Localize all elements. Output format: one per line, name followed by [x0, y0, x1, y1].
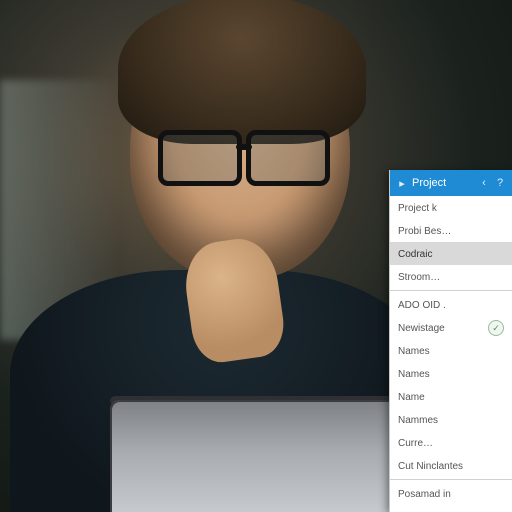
menu-item-pos[interactable]: Posamad in — [390, 482, 512, 505]
project-dropdown-panel: ▸ Project ‹ ? Project k Probi Bes… Codra… — [389, 170, 512, 512]
photo-glasses-lens — [246, 130, 330, 186]
photo-hair — [118, 0, 366, 144]
photo-laptop-lid — [110, 400, 410, 512]
menu-item-label: Cut Ninclantes — [398, 461, 463, 472]
menu-item-foil[interactable]: Foil Almisto s… — [390, 505, 512, 512]
menu-item-label: Curre… — [398, 438, 433, 449]
menu-item-label: Names — [398, 346, 430, 357]
menu-item-current[interactable]: Curre… — [390, 431, 512, 454]
menu-item-label: Project k — [398, 203, 437, 214]
chevron-right-icon[interactable]: ? — [494, 177, 506, 189]
menu-item-label: Name — [398, 392, 425, 403]
project-dropdown-header[interactable]: ▸ Project ‹ ? — [390, 170, 512, 196]
menu-item-stream[interactable]: Stroom… — [390, 265, 512, 288]
photo-glasses-lens — [158, 130, 242, 186]
photo-glasses — [158, 130, 330, 180]
menu-item-probes[interactable]: Probi Bes… — [390, 219, 512, 242]
menu-item-project[interactable]: Project k — [390, 196, 512, 219]
menu-item-label: Probi Bes… — [398, 226, 451, 237]
menu-item-label: Newistage — [398, 323, 445, 334]
menu-item-label: Posamad in — [398, 489, 451, 500]
status-badge-icon: ✓ — [488, 320, 504, 336]
folder-icon: ▸ — [396, 177, 408, 189]
menu-item-label: Names — [398, 369, 430, 380]
menu-item-names2[interactable]: Names — [390, 362, 512, 385]
menu-item-label: Nammes — [398, 415, 438, 426]
menu-item-cut[interactable]: Cut Ninclantes — [390, 454, 512, 477]
chevron-left-icon[interactable]: ‹ — [478, 177, 490, 189]
photo-glasses-bridge — [236, 144, 252, 150]
project-dropdown-title: Project — [412, 177, 474, 189]
menu-item-code[interactable]: Codraic — [390, 242, 512, 265]
menu-separator — [390, 290, 512, 291]
menu-separator — [390, 479, 512, 480]
menu-item-addon[interactable]: ADO OID . — [390, 293, 512, 316]
menu-item-label: ADO OID . — [398, 300, 446, 311]
menu-item-label: Codraic — [398, 249, 432, 260]
menu-item-name[interactable]: Name — [390, 385, 512, 408]
menu-item-names3[interactable]: Nammes — [390, 408, 512, 431]
menu-item-label: Stroom… — [398, 272, 440, 283]
menu-item-names1[interactable]: Names — [390, 339, 512, 362]
menu-item-newstage[interactable]: Newistage ✓ — [390, 316, 512, 339]
